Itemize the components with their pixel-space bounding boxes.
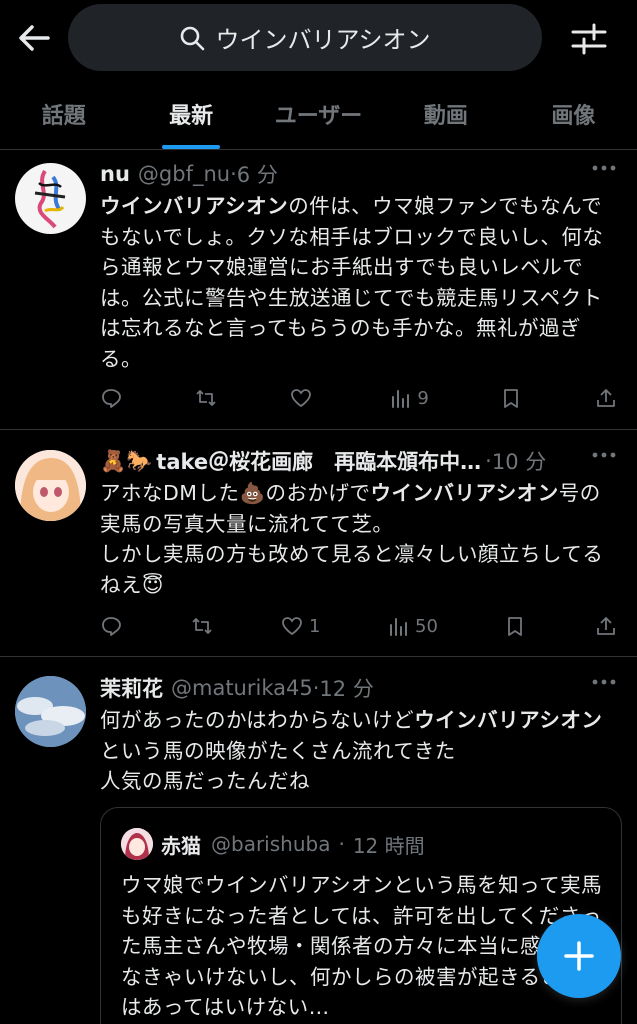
search-query: ウインバリアシオン: [215, 26, 431, 54]
quote-header: 赤猫 @barishuba · 12 時間: [121, 828, 425, 860]
tweet-actions: 1 50: [100, 611, 619, 641]
retweet-icon: [196, 390, 216, 406]
avatar[interactable]: [15, 450, 86, 521]
timestamp[interactable]: 6 分: [237, 159, 278, 189]
separator: ·: [338, 832, 345, 856]
share-button[interactable]: [595, 615, 619, 637]
display-name[interactable]: take＠桜花画廊 再臨本頒布中…: [156, 446, 481, 476]
highlight: ウインバリアシオン: [414, 708, 603, 732]
separator: ·: [485, 449, 492, 473]
reply-button[interactable]: [100, 387, 124, 409]
text-body: 何があったのかはわからないけど: [100, 708, 415, 732]
name-emoji: 🧸🐎: [100, 448, 153, 473]
tab-label: 画像: [551, 103, 596, 129]
tab-label: 動画: [423, 103, 468, 129]
tweet[interactable]: 🧸🐎 take＠桜花画廊 再臨本頒布中… · 10 分 アホなDMした💩のおかげ…: [0, 430, 637, 657]
tweet-text: 何があったのかはわからないけどウインバリアシオンという馬の映像がたくさん流れてき…: [100, 705, 617, 797]
compose-button[interactable]: [537, 914, 621, 998]
search-tabs: 話題 最新 ユーザー 動画 画像: [0, 78, 637, 150]
tab-latest[interactable]: 最新: [127, 78, 254, 149]
timestamp[interactable]: 10 分: [492, 446, 546, 476]
share-button[interactable]: [595, 387, 619, 409]
tab-label: ユーザー: [274, 103, 363, 129]
quoted-tweet[interactable]: 赤猫 @barishuba · 12 時間 ウマ娘でウインバリアシオンという馬を…: [100, 807, 622, 1024]
tweet-header: 🧸🐎 take＠桜花画廊 再臨本頒布中… · 10 分: [100, 444, 617, 478]
tab-label: 話題: [41, 103, 86, 129]
bookmark-icon: [508, 617, 523, 636]
text-body: という馬の映像がたくさん流れてきた: [100, 738, 456, 763]
avatar-art: [34, 169, 66, 229]
views-icon: [390, 618, 407, 636]
quote-display-name: 赤猫: [161, 833, 201, 858]
views-icon: [392, 390, 410, 408]
display-name[interactable]: 茉莉花: [100, 673, 163, 703]
more-icon[interactable]: [591, 450, 617, 460]
reply-button[interactable]: [100, 615, 124, 637]
bookmark-button[interactable]: [504, 615, 528, 637]
tweet[interactable]: nu @gbf_nu · 6 分 ウインバリアシオンの件は、ウマ娘ファンでもなん…: [0, 151, 637, 430]
like-count: 1: [309, 615, 321, 637]
angel-emoji: 😇: [142, 572, 164, 597]
reply-icon: [102, 617, 121, 636]
tweet-text: アホなDMした💩のおかげでウインバリアシオン号の実馬の写真大量に流れてて芝。 しか…: [100, 478, 617, 600]
highlight: ウインバリアシオン: [370, 481, 559, 505]
avatar-art: [15, 450, 86, 521]
more-icon[interactable]: [591, 163, 617, 173]
avatar[interactable]: [15, 163, 86, 234]
top-bar: ウインバリアシオン: [0, 0, 637, 78]
avatar[interactable]: [15, 676, 86, 747]
text-body: 人気の馬だったんだね: [100, 769, 310, 793]
views-button[interactable]: 9: [389, 387, 429, 409]
tab-videos[interactable]: 動画: [382, 78, 509, 149]
tweet-header: nu @gbf_nu · 6 分: [100, 157, 617, 191]
plus-icon: [564, 941, 594, 971]
retweet-button[interactable]: [191, 615, 215, 637]
poop-emoji: 💩: [239, 481, 266, 505]
retweet-icon: [191, 618, 212, 634]
back-arrow-icon[interactable]: [14, 18, 54, 58]
views-button[interactable]: 50: [387, 615, 438, 637]
tweet-header: 茉莉花 @maturika45 · 12 分: [100, 671, 617, 705]
separator: ·: [312, 676, 320, 700]
tab-label: 最新: [169, 103, 214, 129]
highlight: ウインバリアシオン: [100, 194, 289, 218]
bookmark-icon: [503, 389, 518, 408]
text-body: アホなDMした: [100, 481, 240, 505]
separator: ·: [230, 162, 237, 186]
bookmark-button[interactable]: [500, 387, 524, 409]
share-icon: [597, 389, 615, 407]
share-icon: [597, 617, 615, 635]
avatar-art: [15, 676, 86, 747]
tab-people[interactable]: ユーザー: [255, 78, 382, 149]
view-count: 9: [417, 387, 429, 409]
like-icon: [291, 389, 312, 408]
avatar-art: [121, 828, 153, 860]
quote-text: ウマ娘でウインバリアシオンという馬を知って実馬も好きになった者としては、許可を出…: [121, 873, 603, 1019]
handle[interactable]: @maturika45: [171, 676, 313, 700]
handle[interactable]: @gbf_nu: [138, 162, 230, 186]
text-body: の件は、ウマ娘ファンでもなんでもないでしょ。クソな相手はブロックで良いし、何なら…: [100, 194, 604, 371]
quote-avatar: [121, 828, 153, 860]
text-body: のおかげで: [265, 481, 371, 505]
text-body: しかし実馬の方も改めて見ると凛々しい顔立ちしてるねえ: [100, 542, 604, 597]
search-input[interactable]: ウインバリアシオン: [68, 4, 542, 71]
view-count: 50: [415, 615, 438, 637]
tweet-text: ウインバリアシオンの件は、ウマ娘ファンでもなんでもないでしょ。クソな相手はブロッ…: [100, 191, 617, 374]
like-icon: [282, 617, 302, 636]
more-icon[interactable]: [591, 677, 617, 687]
retweet-button[interactable]: [195, 387, 219, 409]
display-name[interactable]: nu: [100, 162, 130, 186]
tab-images[interactable]: 画像: [510, 78, 637, 149]
tab-top[interactable]: 話題: [0, 78, 127, 149]
like-button[interactable]: 1: [281, 615, 320, 637]
reply-icon: [102, 389, 121, 408]
timestamp[interactable]: 12 分: [319, 673, 373, 703]
filter-sliders-icon[interactable]: [568, 18, 610, 60]
like-button[interactable]: [290, 387, 318, 409]
quote-timestamp: 12 時間: [352, 833, 425, 858]
search-icon: [181, 26, 205, 50]
quote-handle: @barishuba: [211, 832, 331, 856]
tweet-actions: 9: [100, 383, 619, 413]
